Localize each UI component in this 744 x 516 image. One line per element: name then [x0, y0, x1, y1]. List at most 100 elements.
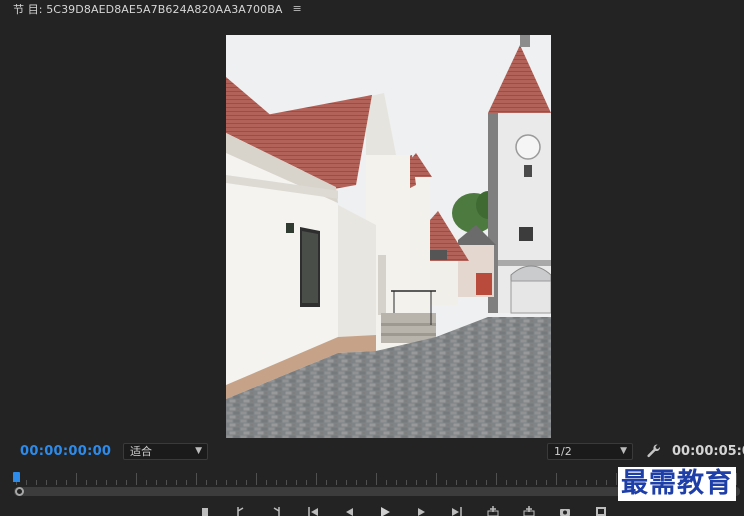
ruler-tick: [336, 480, 337, 485]
ruler-tick: [76, 473, 77, 485]
mark-out-icon: [237, 507, 244, 516]
playback-resolution-value: 1/2: [554, 445, 572, 458]
transport-controls: [190, 504, 616, 516]
step-back-icon: [346, 508, 353, 516]
ruler-tick: [186, 480, 187, 485]
ruler-tick: [156, 480, 157, 485]
ruler-tick: [316, 473, 317, 485]
chevron-down-icon: ▼: [195, 446, 202, 456]
ruler-tick: [416, 480, 417, 485]
ruler-tick: [466, 480, 467, 485]
scrollbar-handle[interactable]: [15, 487, 24, 496]
ruler-tick: [446, 480, 447, 485]
ruler-tick: [736, 473, 737, 485]
ruler-tick: [596, 480, 597, 485]
zoom-level-select[interactable]: 适合 ▼: [123, 443, 208, 460]
lift-icon: [487, 506, 499, 516]
wrench-icon[interactable]: [646, 443, 662, 459]
ruler-tick: [586, 480, 587, 485]
playhead[interactable]: [13, 472, 20, 482]
export-frame-button[interactable]: [550, 504, 580, 516]
ruler-tick: [256, 473, 257, 485]
ruler-tick: [56, 480, 57, 485]
ruler-tick: [366, 480, 367, 485]
chevron-down-icon: ▼: [620, 446, 627, 456]
play-button[interactable]: [370, 504, 400, 516]
ruler-tick: [266, 480, 267, 485]
filmstrip-icon: [596, 507, 606, 516]
ruler-tick: [306, 480, 307, 485]
ruler-tick: [346, 480, 347, 485]
monitor-controls: 00:00:00:00 适合 ▼ 1/2 ▼ 00:00:05:00: [0, 440, 744, 464]
ruler-tick: [246, 480, 247, 485]
ruler-tick: [276, 480, 277, 485]
extract-button[interactable]: [514, 504, 544, 516]
step-back-button[interactable]: [298, 504, 328, 516]
ruler-tick: [176, 480, 177, 485]
ruler-tick: [206, 480, 207, 485]
ruler-tick: [136, 473, 137, 485]
ruler-tick: [516, 480, 517, 485]
ruler-tick: [536, 480, 537, 485]
mark-in-icon: [202, 508, 208, 516]
ruler-tick: [436, 473, 437, 485]
step-back-icon: [308, 507, 318, 516]
ruler-tick: [326, 480, 327, 485]
ruler-tick: [456, 480, 457, 485]
ruler-tick: [566, 480, 567, 485]
ruler-tick: [486, 480, 487, 485]
ruler-tick: [376, 473, 377, 485]
ruler-tick: [526, 480, 527, 485]
watermark-logo: 最需教育: [618, 467, 736, 501]
step-back-frame-button[interactable]: [334, 504, 364, 516]
ruler-tick: [426, 480, 427, 485]
ruler-tick: [286, 480, 287, 485]
panel-tab-header: 节 目: 5C39D8AED8AE5A7B624A820AA3A700BA ≡: [0, 0, 744, 17]
go-to-out-icon: [452, 507, 462, 516]
ruler-tick: [96, 480, 97, 485]
ruler-tick: [126, 480, 127, 485]
button-editor[interactable]: [586, 504, 616, 516]
ruler-tick: [26, 480, 27, 485]
ruler-tick: [476, 480, 477, 485]
current-timecode[interactable]: 00:00:00:00: [20, 444, 111, 459]
ruler-tick: [226, 480, 227, 485]
ruler-tick: [46, 480, 47, 485]
ruler-tick: [386, 480, 387, 485]
ruler-tick: [236, 480, 237, 485]
go-to-in-button[interactable]: [262, 504, 292, 516]
lift-button[interactable]: [478, 504, 508, 516]
ruler-tick: [36, 480, 37, 485]
mark-out-button[interactable]: [226, 504, 256, 516]
ruler-tick: [406, 480, 407, 485]
ruler-tick: [616, 473, 617, 485]
ruler-tick: [606, 480, 607, 485]
step-forward-icon: [418, 508, 425, 516]
zoom-level-value: 适合: [130, 445, 152, 458]
playback-resolution-select[interactable]: 1/2 ▼: [547, 443, 633, 460]
ruler-tick: [106, 480, 107, 485]
duration-timecode: 00:00:05:00: [672, 444, 744, 459]
ruler-tick: [356, 480, 357, 485]
ruler-tick: [296, 480, 297, 485]
mark-in-button[interactable]: [190, 504, 220, 516]
go-to-in-icon: [273, 507, 280, 516]
extract-icon: [523, 506, 535, 516]
step-forward-button[interactable]: [406, 504, 436, 516]
ruler-tick: [396, 480, 397, 485]
ruler-tick: [86, 480, 87, 485]
program-viewer[interactable]: [0, 17, 744, 442]
ruler-tick: [576, 480, 577, 485]
ruler-tick: [546, 480, 547, 485]
ruler-tick: [496, 473, 497, 485]
ruler-tick: [116, 480, 117, 485]
ruler-tick: [166, 480, 167, 485]
panel-title[interactable]: 节 目: 5C39D8AED8AE5A7B624A820AA3A700BA: [0, 1, 283, 17]
camera-icon: [560, 509, 570, 516]
ruler-tick: [556, 473, 557, 485]
hamburger-icon[interactable]: ≡: [293, 2, 302, 15]
ruler-tick: [196, 473, 197, 485]
go-to-out-button[interactable]: [442, 504, 472, 516]
program-monitor-panel: 节 目: 5C39D8AED8AE5A7B624A820AA3A700BA ≡: [0, 0, 744, 516]
ruler-tick: [216, 480, 217, 485]
